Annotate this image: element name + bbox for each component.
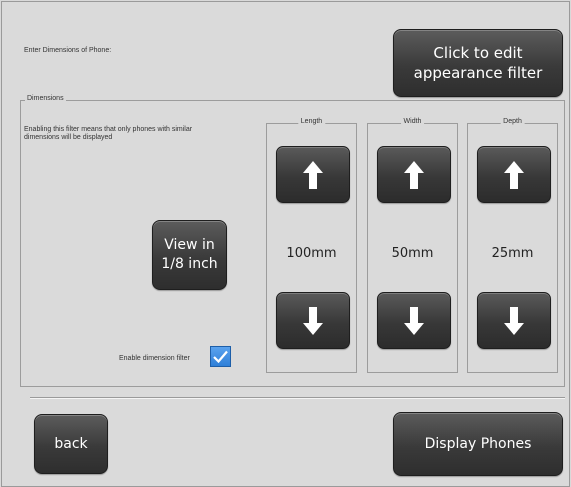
width-decrease-button[interactable] (377, 292, 451, 349)
edit-appearance-filter-label: Click to edit appearance filter (413, 44, 543, 82)
edit-appearance-filter-button[interactable]: Click to edit appearance filter (393, 29, 563, 97)
length-legend: Length (297, 118, 326, 125)
arrow-down-icon (504, 306, 524, 335)
display-phones-button[interactable]: Display Phones (393, 412, 563, 476)
width-increase-button[interactable] (377, 146, 451, 203)
view-units-button[interactable]: View in 1/8 inch (152, 220, 227, 290)
length-value: 100mm (286, 246, 337, 261)
arrow-up-icon (504, 160, 524, 189)
depth-group: Depth 25mm (467, 118, 558, 373)
display-phones-label: Display Phones (424, 436, 532, 452)
back-label: back (54, 436, 88, 452)
section-divider (30, 397, 565, 399)
dimensions-legend: Dimensions (25, 95, 66, 102)
arrow-up-icon (303, 160, 323, 189)
app-window: Enter Dimensions of Phone: Click to edit… (1, 1, 570, 487)
width-value: 50mm (391, 246, 434, 261)
arrow-down-icon (303, 306, 323, 335)
depth-decrease-button[interactable] (477, 292, 551, 349)
checkmark-icon (213, 350, 228, 363)
depth-value: 25mm (491, 246, 534, 261)
depth-increase-button[interactable] (477, 146, 551, 203)
view-units-label: View in 1/8 inch (161, 237, 218, 272)
enable-dimension-filter-label: Enable dimension filter (119, 355, 190, 362)
width-group: Width 50mm (367, 118, 458, 373)
depth-legend: Depth (500, 118, 525, 125)
arrow-up-icon (404, 160, 424, 189)
length-decrease-button[interactable] (276, 292, 350, 349)
width-legend: Width (400, 118, 425, 125)
dimensions-description: Enabling this filter means that only pho… (24, 126, 193, 141)
page-title: Enter Dimensions of Phone: (24, 47, 112, 54)
length-group: Length 100mm (266, 118, 357, 373)
length-increase-button[interactable] (276, 146, 350, 203)
back-button[interactable]: back (34, 414, 108, 474)
arrow-down-icon (404, 306, 424, 335)
enable-dimension-filter-checkbox[interactable] (210, 346, 231, 367)
